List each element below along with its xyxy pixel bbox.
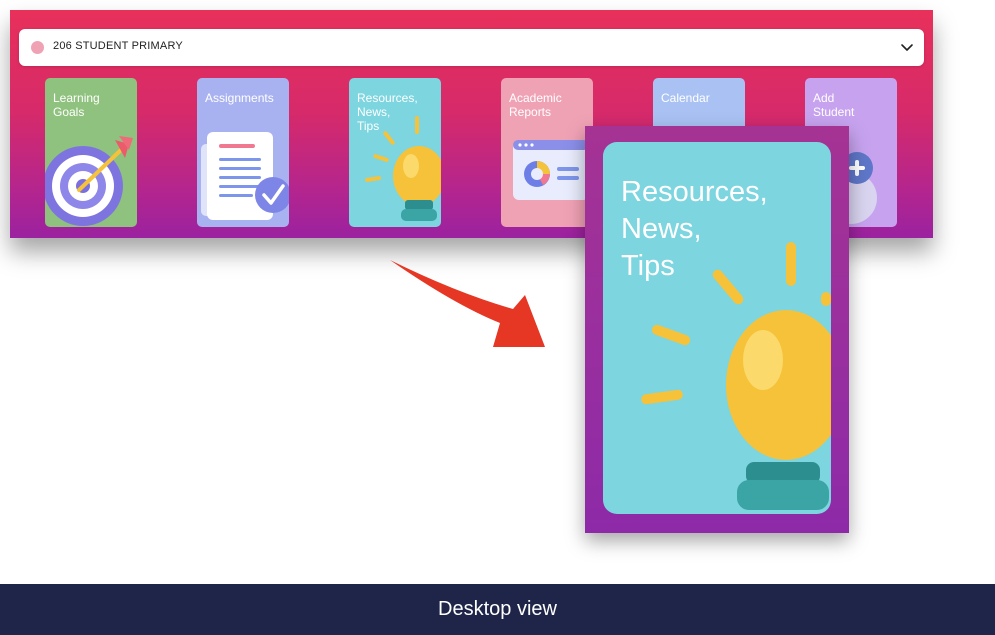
tile-label: Academic Reports (509, 91, 562, 119)
tile-academic-reports[interactable]: Academic Reports (501, 78, 593, 227)
student-selector-value: 206 STUDENT PRIMARY (53, 40, 183, 52)
zoomed-tile-resources-news-tips[interactable]: Resources, News, Tips (603, 142, 831, 514)
tile-learning-goals[interactable]: Learning Goals (45, 78, 137, 227)
zoomed-tile-label: Resources, News, Tips (621, 176, 768, 282)
tile-label: Assignments (205, 91, 274, 105)
tile-assignments[interactable]: Assignments (197, 78, 289, 227)
student-selector[interactable]: 206 STUDENT PRIMARY (19, 29, 924, 66)
student-color-dot (31, 41, 44, 54)
tile-label: Resources, News, Tips (357, 91, 418, 133)
curved-arrow-icon (390, 260, 545, 347)
tile-label: Learning Goals (53, 91, 100, 119)
footer-caption: Desktop view (438, 598, 557, 620)
tile-label: Add Student (813, 91, 855, 119)
tile-resources-news-tips[interactable]: Resources, News, Tips (349, 78, 441, 227)
tile-label: Calendar (661, 91, 710, 105)
zoomed-tile-frame: Resources, News, Tips (585, 126, 849, 533)
chevron-down-icon[interactable] (900, 40, 914, 54)
footer-bar: Desktop view (0, 584, 995, 635)
